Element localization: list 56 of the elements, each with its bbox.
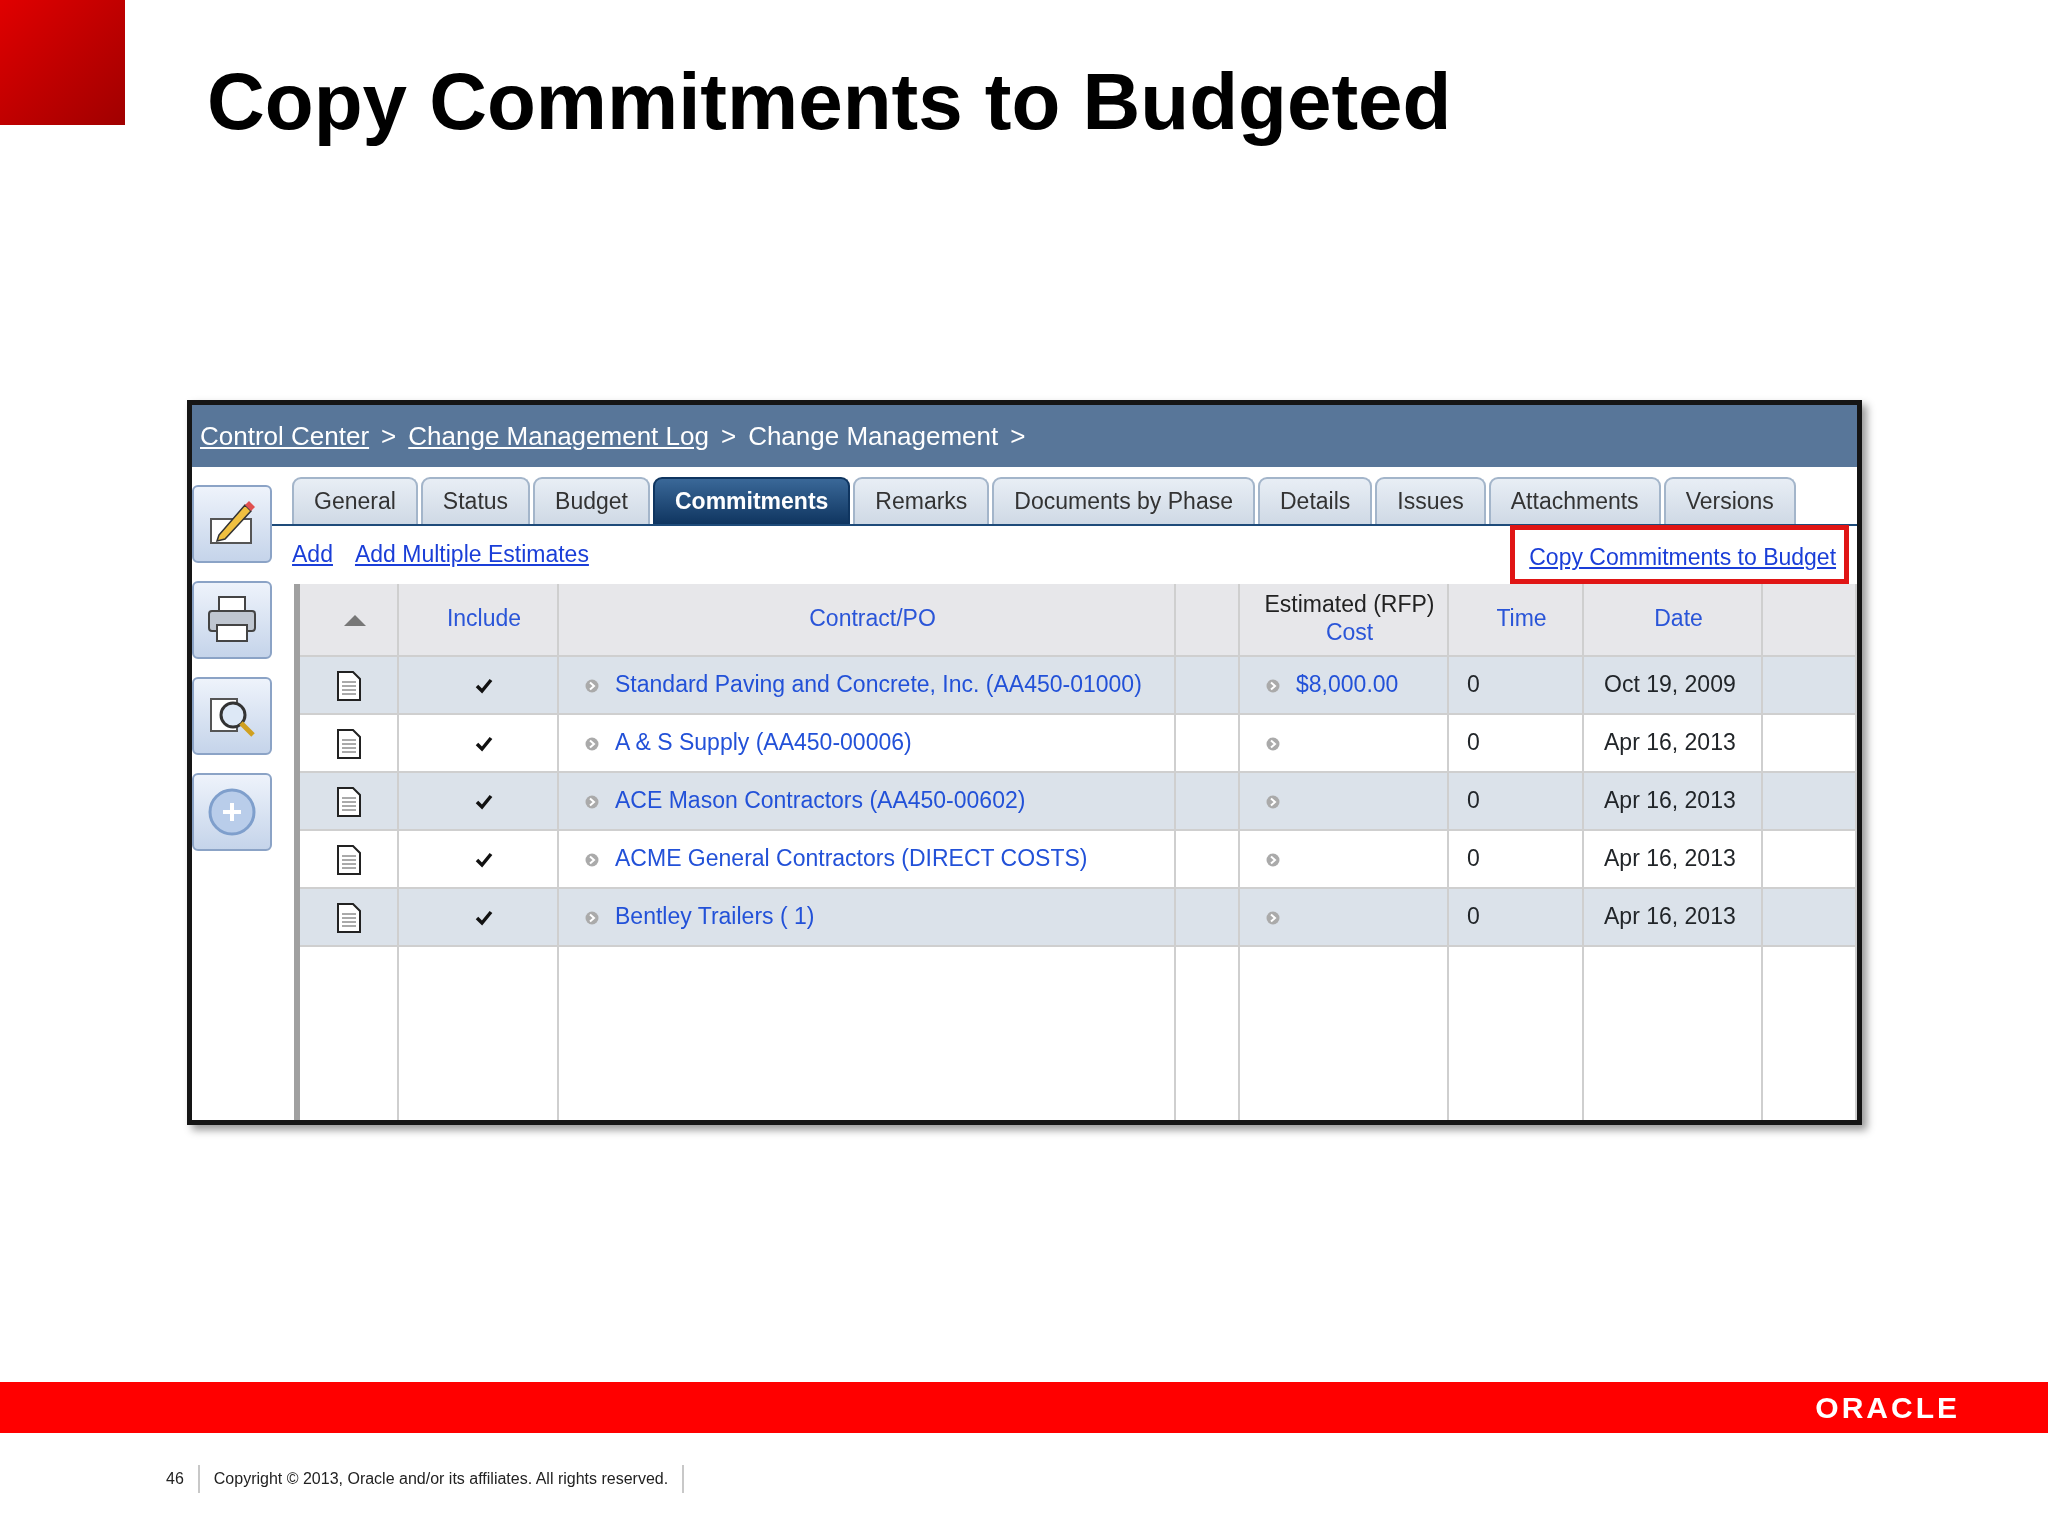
- action-link[interactable]: Add: [292, 537, 333, 572]
- print-button[interactable]: [192, 581, 272, 659]
- oracle-logo: ORACLE: [1815, 1390, 1960, 1426]
- date-cell: Apr 16, 2013: [1604, 729, 1736, 756]
- tab[interactable]: Documents by Phase: [992, 477, 1255, 524]
- tab[interactable]: Attachments: [1488, 477, 1661, 524]
- tab[interactable]: General: [292, 477, 418, 524]
- tab[interactable]: Budget: [533, 477, 650, 524]
- check-icon[interactable]: [475, 678, 494, 695]
- tab[interactable]: Remarks: [853, 477, 990, 524]
- tab[interactable]: Versions: [1663, 477, 1796, 524]
- tab[interactable]: Commitments: [653, 477, 851, 524]
- time-cell: 0: [1467, 787, 1480, 814]
- check-icon[interactable]: [475, 794, 494, 811]
- check-icon[interactable]: [475, 852, 494, 869]
- copyright-text: Copyright © 2013, Oracle and/or its affiliates. All rights reserved.: [213, 1469, 669, 1489]
- action-link[interactable]: Copy Commitments to Budget: [1529, 544, 1837, 571]
- tab[interactable]: Details: [1258, 477, 1373, 524]
- time-cell: 0: [1467, 671, 1480, 698]
- contract-link[interactable]: Bentley Trailers ( 1): [615, 903, 815, 930]
- action-link[interactable]: Add Multiple Estimates: [354, 537, 589, 572]
- breadcrumb-link[interactable]: Change Management Log: [408, 416, 709, 456]
- breadcrumb-separator: >: [1010, 419, 1026, 453]
- add-button[interactable]: [192, 773, 272, 851]
- breadcrumb-separator: >: [381, 419, 397, 453]
- column-header[interactable]: Contract/PO: [809, 605, 936, 632]
- tab[interactable]: Issues: [1375, 477, 1486, 524]
- date-cell: Oct 19, 2009: [1604, 671, 1736, 698]
- tab[interactable]: Status: [420, 477, 531, 524]
- time-cell: 0: [1467, 729, 1480, 756]
- column-caption: Estimated (RFP): [1263, 591, 1436, 619]
- edit-button[interactable]: [192, 485, 272, 563]
- breadcrumb-link[interactable]: Control Center: [200, 416, 370, 456]
- check-icon[interactable]: [475, 736, 494, 753]
- document-icon[interactable]: [336, 671, 361, 702]
- time-cell: 0: [1467, 845, 1480, 872]
- column-header[interactable]: Cost: [1325, 619, 1374, 645]
- column-header[interactable]: Date: [1654, 605, 1703, 632]
- preview-button[interactable]: [192, 677, 272, 755]
- date-cell: Apr 16, 2013: [1604, 787, 1736, 814]
- page-number: 46: [166, 1469, 184, 1489]
- breadcrumb-separator: >: [720, 419, 737, 453]
- document-icon[interactable]: [336, 787, 361, 818]
- time-cell: 0: [1467, 903, 1480, 930]
- column-header[interactable]: Time: [1496, 605, 1547, 632]
- sort-up-icon[interactable]: [343, 614, 366, 627]
- document-icon[interactable]: [336, 903, 361, 934]
- date-cell: Apr 16, 2013: [1604, 903, 1736, 930]
- date-cell: Apr 16, 2013: [1604, 845, 1736, 872]
- column-header[interactable]: Include: [446, 605, 522, 632]
- document-icon[interactable]: [336, 729, 361, 760]
- breadcrumb-text: Change Management: [748, 419, 999, 453]
- check-icon[interactable]: [475, 910, 494, 927]
- contract-link[interactable]: A & S Supply (AA450-00006): [615, 729, 912, 756]
- contract-link[interactable]: ACME General Contractors (DIRECT COSTS): [615, 845, 1088, 872]
- document-icon[interactable]: [336, 845, 361, 876]
